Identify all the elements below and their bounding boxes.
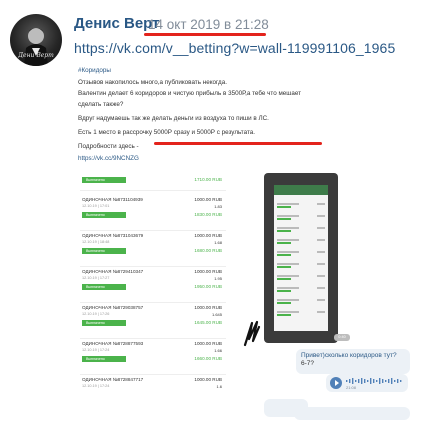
paid-badge: Выплачено: [82, 177, 126, 183]
phone-bet-row: [277, 311, 325, 316]
bet-coefficient: 1.68: [214, 240, 222, 245]
attached-screenshot[interactable]: #Коридоры Отзывов накопилось много,а пуб…: [74, 63, 418, 420]
paid-badge: Выплачено: [82, 212, 126, 218]
chat-question-line: Привет)сколько коридоров тут?: [301, 352, 397, 359]
phone-bet-row: [277, 215, 325, 220]
bet-title: ОДИНОЧНАЯ №8728847717: [82, 377, 144, 382]
bet-stake: 1000.00 RUB: [194, 377, 222, 382]
row-divider: [80, 374, 226, 375]
phone-bet-row: [277, 263, 325, 268]
offer-highlight-underline: [154, 142, 322, 145]
bet-stake: 1000.00 RUB: [194, 233, 222, 238]
win-amount: 1680.00 RUB: [194, 248, 222, 253]
phone-screen: [274, 185, 328, 331]
paid-badge: Выплачено: [82, 248, 126, 254]
win-amount: 1710.00 RUB: [194, 177, 222, 182]
row-divider: [80, 266, 226, 267]
phone-bet-row: [277, 239, 325, 244]
bet-row: ОДИНОЧНАЯ №8731104939 12.10.19 | 17:01 1…: [80, 197, 230, 231]
row-divider: [80, 230, 226, 231]
post-text-line: Валентин делает 6 коридоров и чистую при…: [78, 90, 302, 97]
bet-datetime: 12.10.19 | 18:48: [82, 240, 110, 244]
win-amount: 1830.00 RUB: [194, 212, 222, 217]
details-link[interactable]: https://vk.cc/9NCNZG: [78, 155, 139, 163]
paid-badge: Выплачено: [82, 284, 126, 290]
bet-row: ОДИНОЧНАЯ №8731043679 12.10.19 | 18:48 1…: [80, 233, 230, 267]
row-divider: [80, 190, 226, 191]
author-name-link[interactable]: Денис Верт: [74, 15, 160, 32]
phone-bet-row: [277, 287, 325, 292]
bet-row: ОДИНОЧНАЯ №8729038757 12.10.19 | 17:26 1…: [80, 305, 230, 339]
chat-bubble: [294, 407, 410, 420]
phone-bet-row: [277, 203, 325, 208]
scribble-mark-icon: [243, 320, 261, 347]
bet-coefficient: 1.66: [214, 348, 222, 353]
bet-datetime: 12.10.19 | 17:24: [82, 384, 110, 388]
phone-bet-row: [277, 299, 325, 304]
avatar-caption: Дени Верт: [18, 52, 54, 59]
bet-datetime: 12.10.19 | 17:26: [82, 312, 110, 316]
bet-title: ОДИНОЧНАЯ №8731104939: [82, 197, 143, 202]
bet-datetime: 12.10.19 | 17:01: [82, 204, 110, 208]
voice-message-bubble: 21:08: [326, 374, 408, 392]
post-text-line: Подробности здесь -: [78, 143, 139, 150]
bet-title: ОДИНОЧНАЯ №8729410347: [82, 269, 144, 274]
play-icon[interactable]: [330, 377, 342, 389]
bet-title: ОДИНОЧНАЯ №8729038757: [82, 305, 144, 310]
post-url-link[interactable]: https://vk.com/v__betting?w=wall-1199911…: [74, 40, 395, 56]
bet-stake: 1000.00 RUB: [194, 305, 222, 310]
chat-question-bubble: Привет)сколько коридоров тут? 6-7?: [296, 349, 410, 374]
bet-title: ОДИНОЧНАЯ №8731043679: [82, 233, 144, 238]
post-text-line: сделать также?: [78, 101, 124, 108]
bet-datetime: 12.10.19 | 17:24: [82, 348, 110, 352]
voice-waveform-icon: [346, 378, 402, 384]
post-timestamp[interactable]: 14 окт 2019 в 21:28: [148, 17, 269, 32]
date-highlight-underline: [144, 33, 266, 36]
author-avatar[interactable]: Дени Верт: [10, 14, 62, 66]
post-text-line: Отзывов накопилось много,а публиковать н…: [78, 79, 227, 86]
bet-coefficient: 1.83: [214, 204, 222, 209]
bet-coefficient: 1.95: [214, 276, 222, 281]
bet-row: ОДИНОЧНАЯ №8728847717 12.10.19 | 17:24 1…: [80, 377, 230, 411]
bet-stake: 1000.00 RUB: [194, 197, 222, 202]
phone-bet-row: [277, 251, 325, 256]
phone-bet-row: [277, 227, 325, 232]
bet-row: ОДИНОЧНАЯ №8728877593 12.10.19 | 17:24 1…: [80, 341, 230, 375]
win-amount: 1660.00 RUB: [194, 356, 222, 361]
bet-row: ОДИНОЧНАЯ №8729410347 12.10.19 | 17:27 1…: [80, 269, 230, 303]
bet-datetime: 12.10.19 | 17:27: [82, 276, 110, 280]
phone-bet-row: [277, 275, 325, 280]
bet-stake: 1000.00 RUB: [194, 341, 222, 346]
bet-stake: 1000.00 RUB: [194, 269, 222, 274]
bet-title: ОДИНОЧНАЯ №8728877593: [82, 341, 144, 346]
post-text-line: Вдруг надумаешь так же делать деньги из …: [78, 115, 269, 122]
bet-coefficient: 1.6: [216, 384, 222, 389]
paid-badge: Выплачено: [82, 320, 126, 326]
chat-question-line: 6-7?: [301, 360, 315, 367]
phone-screenshot: [264, 173, 338, 343]
bet-history-list: Выплачено 1710.00 RUB ОДИНОЧНАЯ №8731104…: [80, 177, 230, 420]
win-amount: 1950.00 RUB: [194, 284, 222, 289]
hashtag-link[interactable]: #Коридоры: [78, 67, 111, 74]
paid-badge: Выплачено: [82, 356, 126, 362]
voice-duration: 21:08: [346, 385, 357, 390]
row-divider: [80, 338, 226, 339]
post-text-line: Есть 1 место в рассрочку 5000Р сразу и 5…: [78, 129, 256, 136]
row-divider: [80, 302, 226, 303]
phone-app-header: [274, 185, 328, 195]
phone-time-badge: 0:40: [334, 334, 350, 341]
win-amount: 1645.00 RUB: [194, 320, 222, 325]
bet-coefficient: 1.645: [211, 312, 222, 317]
